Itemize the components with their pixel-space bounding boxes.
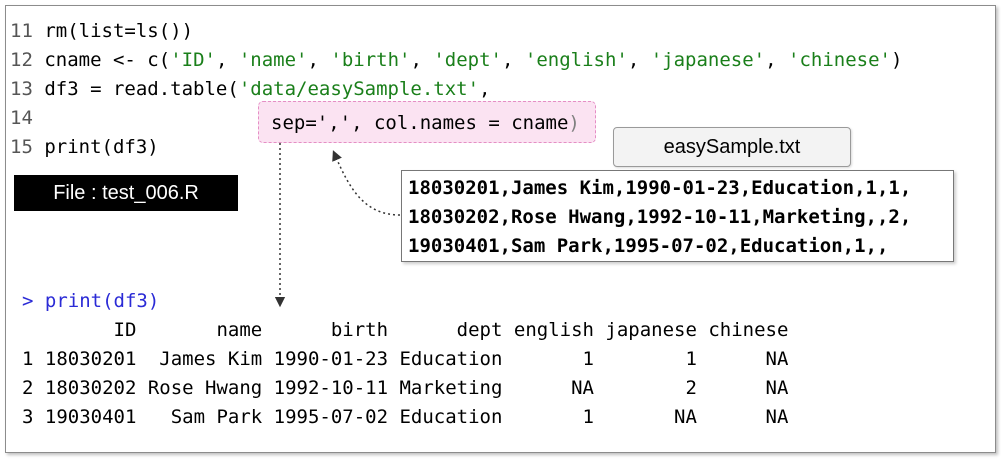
table-row: 1 18030201 James Kim 1990-01-23 Educatio… — [22, 348, 789, 370]
table-header: ID name birth dept english japanese chin… — [22, 319, 789, 341]
table-row: 3 19030401 Sam Park 1995-07-02 Education… — [22, 406, 789, 428]
table-row: 2 18030202 Rose Hwang 1992-10-11 Marketi… — [22, 377, 789, 399]
console-output: > print(df3) ID name birth dept english … — [22, 287, 788, 432]
dotted-arrow-to-separator — [332, 150, 401, 216]
console-prompt: > print(df3) — [22, 290, 160, 312]
